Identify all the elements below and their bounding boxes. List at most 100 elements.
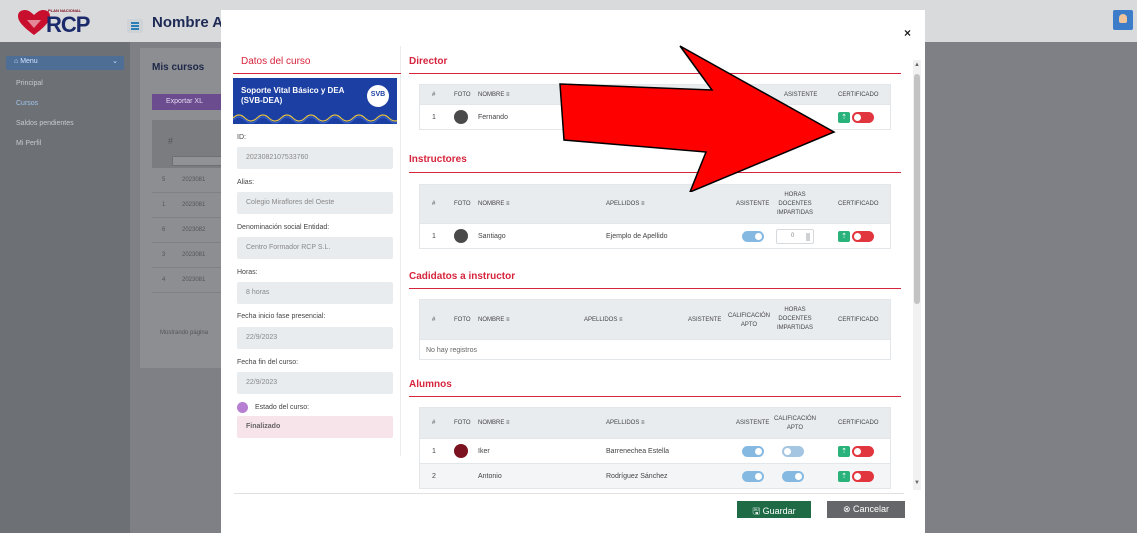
- status-dot-icon: [237, 402, 248, 413]
- divider: [409, 396, 901, 397]
- filter-input[interactable]: [172, 156, 226, 166]
- table-row[interactable]: 1 2023081: [152, 193, 226, 218]
- save-icon: 🖫: [752, 506, 763, 516]
- table-header: # FOTO NOMBRE ≡ APELLIDOS ≡ ASISTENTE CA…: [420, 408, 890, 438]
- header-certificado: CERTIFICADO: [838, 317, 879, 323]
- header-nombre[interactable]: NOMBRE ≡: [478, 317, 510, 323]
- user-avatar[interactable]: [1113, 10, 1133, 30]
- row-apellidos: Rodríguez Sánchez: [606, 473, 668, 480]
- export-label: Exportar XL: [166, 98, 203, 105]
- row-number: 1: [162, 202, 166, 208]
- field-label-entidad: Denominación social Entidad:: [237, 224, 330, 231]
- row-number: 5: [162, 177, 166, 183]
- header-certificado: CERTIFICADO: [838, 420, 879, 426]
- asistente-toggle[interactable]: [742, 446, 764, 457]
- chevron-down-icon: ⌄: [112, 58, 118, 65]
- course-name: Soporte Vital Básico y DEA (SVB-DEA): [241, 86, 345, 105]
- asistente-toggle[interactable]: [742, 471, 764, 482]
- course-badge: SVB: [367, 85, 389, 107]
- banner-pattern-icon: [233, 114, 397, 124]
- header-apellidos[interactable]: APELLIDOS ≡: [606, 420, 645, 426]
- table-row[interactable]: 5 2023081: [152, 168, 226, 193]
- cancel-button[interactable]: ⊗ Cancelar: [827, 501, 905, 518]
- table-row[interactable]: 4 2023081: [152, 268, 226, 293]
- header-nombre[interactable]: NOMBRE ≡: [478, 201, 510, 207]
- header-foto: FOTO: [454, 92, 471, 98]
- export-excel-button[interactable]: Exportar XL: [152, 94, 226, 110]
- row-code: 2023081: [182, 177, 206, 183]
- main-title: Mis cursos: [152, 62, 205, 73]
- header-calificacion: CALIFICACIÓN APTO: [773, 416, 816, 431]
- paging-info: Mostrando página: [160, 330, 209, 336]
- upload-icon[interactable]: ⇡: [838, 231, 850, 242]
- course-banner: Soporte Vital Básico y DEA (SVB-DEA) SVB: [233, 78, 397, 124]
- table-row[interactable]: 6 2023082: [152, 218, 226, 243]
- table-row: 1 Santiago Ejemplo de Apellido 0 ⇡: [420, 223, 890, 248]
- course-details-panel: Datos del curso Soporte Vital Básico y D…: [233, 46, 401, 456]
- header-asistente: ASISTENTE: [736, 420, 770, 426]
- field-label-id: ID:: [237, 134, 246, 141]
- course-details-title: Datos del curso: [241, 56, 311, 67]
- table-row: 1 Iker Barrenechea Estella ⇡: [420, 438, 890, 463]
- scrollbar-thumb[interactable]: [914, 74, 920, 304]
- close-icon[interactable]: ×: [904, 26, 911, 40]
- certificado-toggle[interactable]: [852, 112, 874, 123]
- row-number: 1: [432, 233, 436, 240]
- sidebar-item-cursos[interactable]: Cursos: [16, 100, 38, 107]
- instructores-table: # FOTO NOMBRE ≡ APELLIDOS ≡ ASISTENTE HO…: [419, 184, 891, 249]
- horas-stepper[interactable]: 0: [776, 229, 814, 244]
- calificacion-toggle[interactable]: [782, 471, 804, 482]
- sidebar-item-principal[interactable]: Principal: [16, 80, 43, 87]
- upload-icon[interactable]: ⇡: [838, 471, 850, 482]
- header-hash: #: [432, 92, 436, 98]
- asistente-toggle[interactable]: [742, 231, 764, 242]
- field-label-fecha-fin: Fecha fin del curso:: [237, 359, 299, 366]
- sidebar-menu-toggle[interactable]: ⌂ Menu ⌄: [6, 56, 124, 70]
- header-nombre[interactable]: NOMBRE ≡: [478, 420, 510, 426]
- save-button[interactable]: 🖫 Guardar: [737, 501, 811, 518]
- avatar: [454, 110, 468, 124]
- header-nombre[interactable]: NOMBRE ≡: [478, 92, 510, 98]
- hamburger-menu-icon[interactable]: [127, 19, 143, 33]
- instructores-title: Instructores: [409, 154, 467, 165]
- row-code: 2023081: [182, 202, 206, 208]
- header-hash: #: [432, 317, 436, 323]
- row-code: 2023081: [182, 277, 206, 283]
- scroll-down-icon[interactable]: ▼: [913, 480, 921, 486]
- annotation-arrow-icon: [559, 45, 836, 192]
- row-number: 1: [432, 114, 436, 121]
- certificado-toggle[interactable]: [852, 231, 874, 242]
- header-asistente: ASISTENTE: [688, 317, 722, 323]
- table-row[interactable]: 3 2023081: [152, 243, 226, 268]
- scroll-up-icon[interactable]: ▲: [913, 62, 921, 68]
- row-nombre: Fernando: [478, 114, 508, 121]
- row-code: 2023082: [182, 227, 206, 233]
- cancel-label: Cancelar: [853, 504, 890, 514]
- row-nombre: Santiago: [478, 233, 506, 240]
- header-apellidos[interactable]: APELLIDOS ≡: [606, 201, 645, 207]
- row-number: 2: [432, 473, 436, 480]
- cancel-icon: ⊗: [842, 504, 853, 514]
- estado-label: Estado del curso:: [255, 404, 310, 411]
- avatar: [454, 229, 468, 243]
- sidebar-item-saldos[interactable]: Saldos pendientes: [16, 120, 74, 127]
- upload-icon[interactable]: ⇡: [838, 446, 850, 457]
- rcp-logo[interactable]: PLAN NACIONAL RCP: [18, 6, 118, 38]
- header-asistente: ASISTENTE: [736, 201, 770, 207]
- row-number: 1: [432, 448, 436, 455]
- sidebar-item-perfil[interactable]: Mi Perfil: [16, 140, 41, 147]
- field-alias: Colegio Miraflores del Oeste: [237, 192, 393, 214]
- header-certificado: CERTIFICADO: [838, 92, 879, 98]
- calificacion-toggle[interactable]: [782, 446, 804, 457]
- modal-scrollbar[interactable]: ▲ ▼: [913, 60, 921, 490]
- field-fecha-fin: 22/9/2023: [237, 372, 393, 394]
- row-code: 2023081: [182, 252, 206, 258]
- field-id: 2023082107533760: [237, 147, 393, 169]
- header-certificado: CERTIFICADO: [838, 201, 879, 207]
- certificado-toggle[interactable]: [852, 471, 874, 482]
- certificado-toggle[interactable]: [852, 446, 874, 457]
- header-apellidos[interactable]: APELLIDOS ≡: [584, 317, 623, 323]
- save-label: Guardar: [762, 506, 796, 516]
- modal-footer-divider: [234, 493, 904, 494]
- status-badge: Finalizado: [237, 416, 393, 438]
